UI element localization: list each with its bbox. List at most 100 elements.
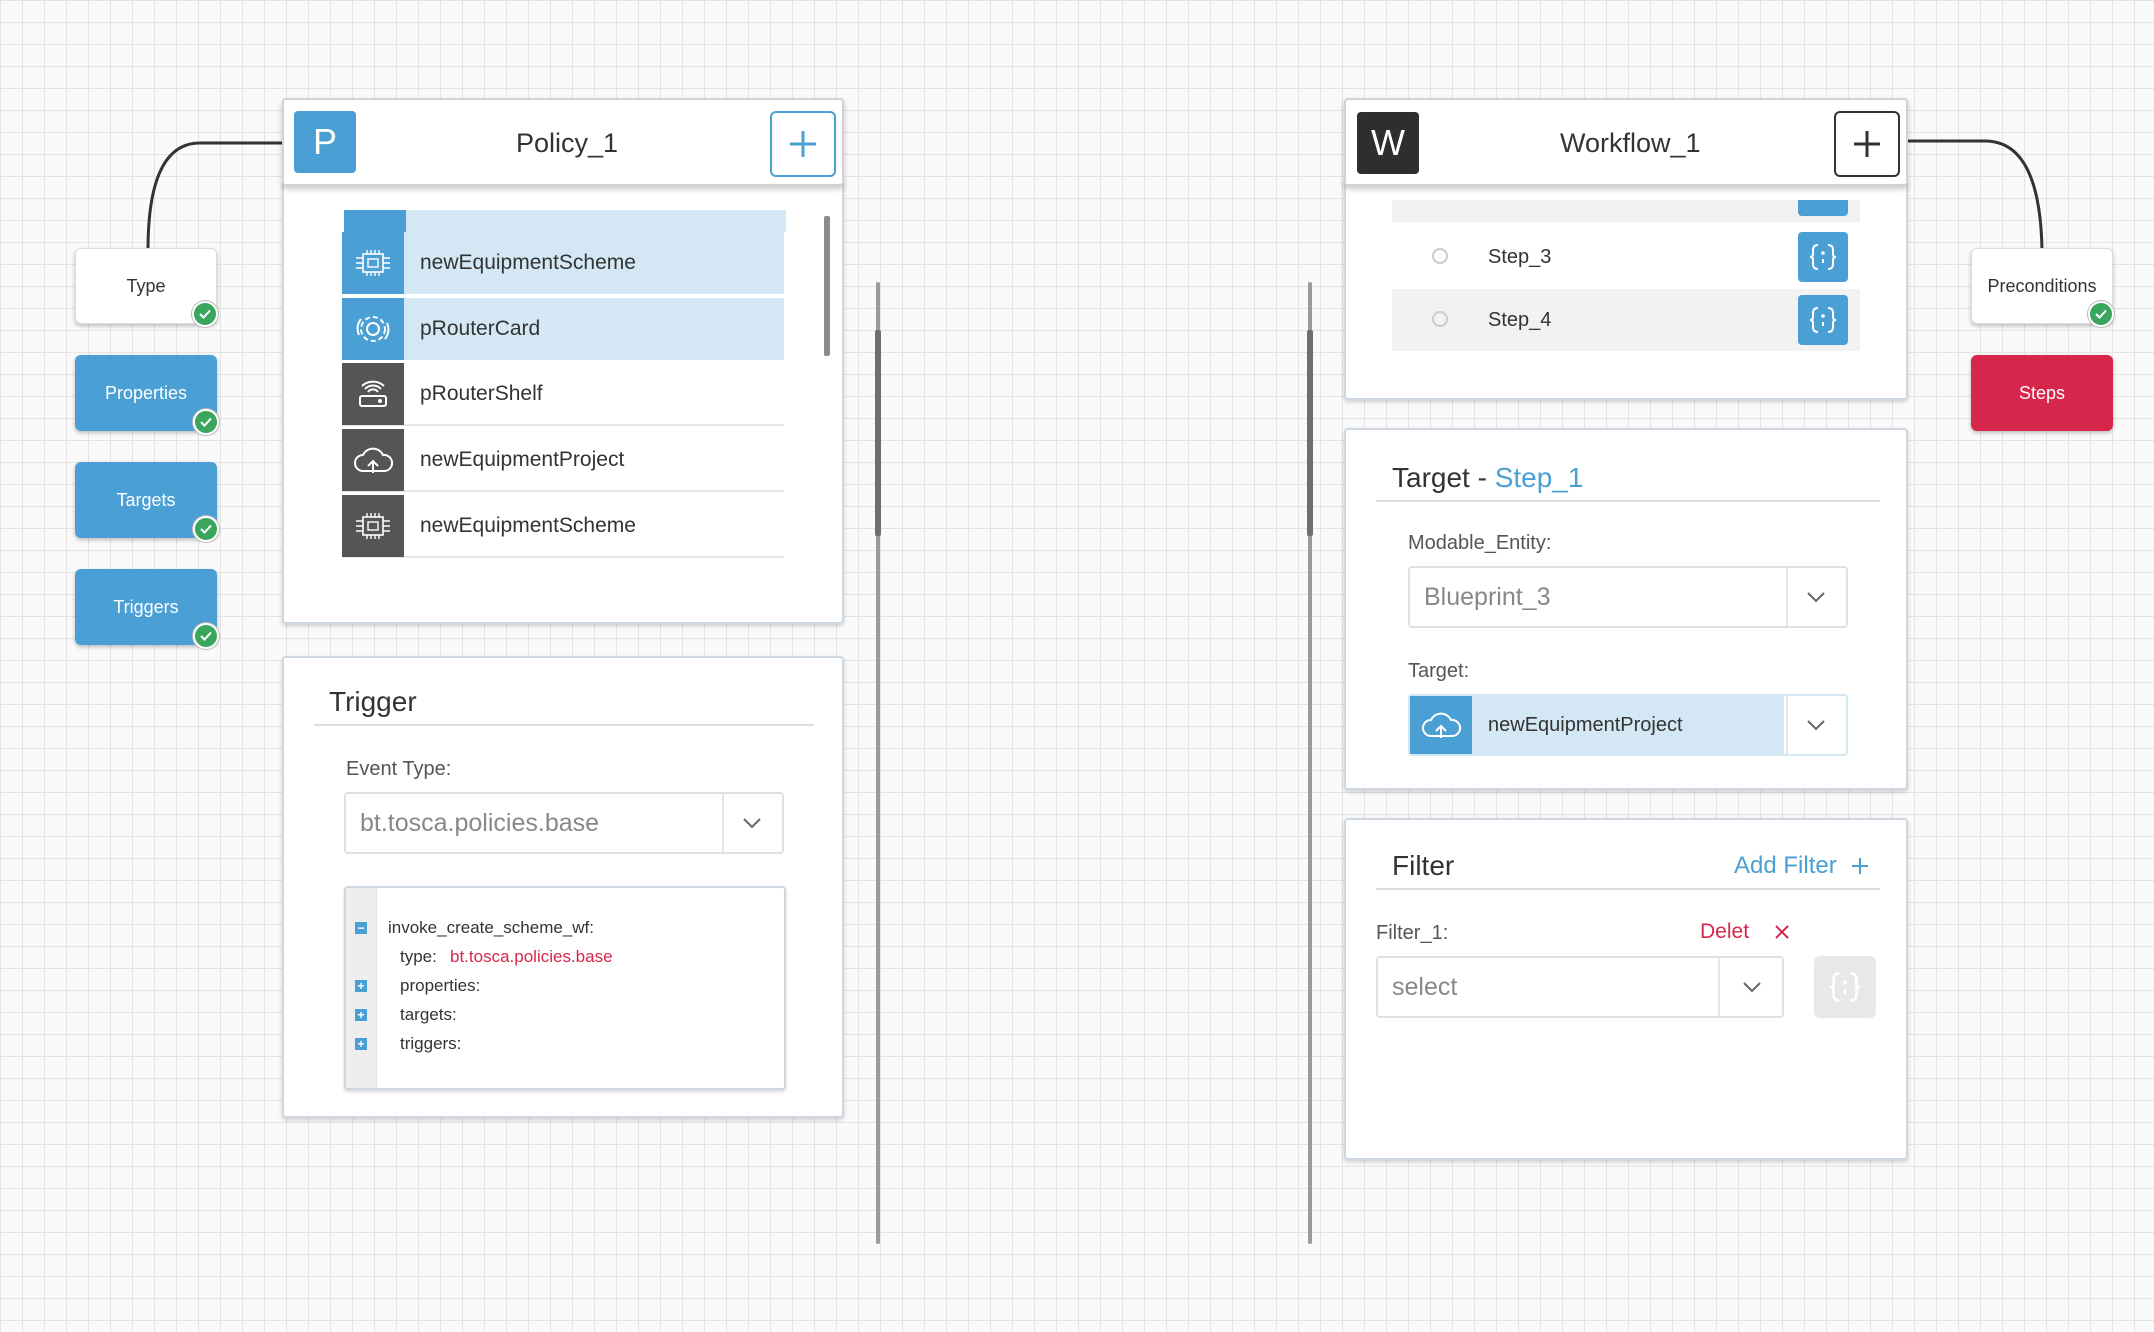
workflow-title: Workflow_1	[1560, 128, 1701, 158]
plus-icon	[790, 131, 816, 157]
chevron-down-icon	[1786, 568, 1846, 626]
node-triggers[interactable]: Triggers	[75, 569, 219, 649]
delete-filter-button[interactable]: Delet	[1700, 920, 1789, 944]
node-properties[interactable]: Properties	[75, 355, 219, 435]
step-row[interactable]: Step_3	[1392, 226, 1860, 288]
event-type-label: Event Type:	[346, 758, 452, 780]
cloud-icon	[1410, 696, 1472, 754]
list-item[interactable]: newEquipmentScheme	[342, 232, 784, 294]
divider	[1376, 888, 1880, 890]
chevron-down-icon	[1722, 958, 1782, 1016]
check-icon	[193, 516, 219, 542]
target-label: Target:	[1408, 660, 1470, 682]
code-properties-key: properties:	[400, 976, 481, 995]
trigger-card: Trigger Event Type: bt.tosca.policies.ba…	[282, 656, 844, 1118]
chip-icon	[342, 232, 404, 294]
workflow-panel-scroll-thumb[interactable]	[1307, 330, 1313, 536]
check-icon	[192, 301, 218, 327]
expand-icon[interactable]: +	[355, 1038, 367, 1050]
yaml-editor[interactable]: − + + + invoke_create_scheme_wf: type: b…	[344, 886, 786, 1090]
add-filter-label: Add Filter	[1734, 852, 1837, 879]
node-targets-label: Targets	[116, 489, 176, 510]
step-label: Step_3	[1488, 245, 1552, 268]
filter-1-label: Filter_1:	[1376, 922, 1449, 944]
workflow-header: W Workflow_1	[1344, 98, 1908, 186]
braces-icon[interactable]	[1798, 232, 1848, 282]
event-type-select[interactable]: bt.tosca.policies.base	[344, 792, 784, 854]
list-item-label: newEquipmentScheme	[420, 514, 636, 537]
policy-header: P Policy_1	[282, 98, 844, 186]
modable-entity-value: Blueprint_3	[1424, 582, 1551, 611]
divider	[314, 724, 814, 726]
list-item[interactable]: pRouterCard	[342, 298, 784, 360]
expand-icon[interactable]: +	[355, 1009, 367, 1021]
step-label: Step_4	[1488, 308, 1552, 331]
policy-badge: P	[294, 111, 356, 173]
list-scrollbar[interactable]	[824, 216, 830, 356]
code-type-key: type:	[400, 947, 437, 966]
target-title: Target - Step_1	[1392, 462, 1583, 494]
code-type-value: bt.tosca.policies.base	[450, 947, 613, 966]
node-type[interactable]: Type	[75, 248, 218, 327]
trigger-title: Trigger	[329, 686, 417, 717]
step-radio[interactable]	[1432, 248, 1448, 264]
node-preconditions-label: Preconditions	[1987, 275, 2097, 296]
divider	[1376, 500, 1880, 502]
node-steps-label: Steps	[2018, 382, 2066, 403]
list-item[interactable]: pRouterShelf	[342, 363, 784, 426]
target-value: newEquipmentProject	[1488, 713, 1683, 736]
add-filter-button[interactable]: Add Filter	[1734, 852, 1869, 880]
step-radio[interactable]	[1432, 311, 1448, 327]
modable-entity-label: Modable_Entity:	[1408, 532, 1552, 554]
modable-entity-select[interactable]: Blueprint_3	[1408, 566, 1848, 628]
router-icon	[342, 363, 404, 425]
node-preconditions[interactable]: Preconditions	[1971, 248, 2114, 327]
node-properties-label: Properties	[104, 382, 188, 403]
chevron-down-icon	[1786, 696, 1846, 754]
node-triggers-label: Triggers	[113, 596, 179, 617]
target-step-link[interactable]: Step_1	[1495, 462, 1584, 493]
chip-icon	[342, 495, 404, 557]
plus-icon	[1851, 858, 1868, 874]
workflow-badge: W	[1357, 112, 1419, 174]
list-top-partial-row	[344, 210, 786, 232]
cloud-icon	[342, 429, 404, 491]
event-type-value: bt.tosca.policies.base	[360, 808, 600, 837]
chevron-down-icon	[722, 794, 782, 852]
check-icon	[193, 409, 219, 435]
list-item[interactable]: newEquipmentScheme	[342, 495, 784, 558]
node-type-label: Type	[126, 275, 166, 296]
filter-select-placeholder: select	[1392, 972, 1458, 1001]
step-row[interactable]: Step_4	[1392, 289, 1860, 351]
node-steps[interactable]: Steps	[1971, 355, 2113, 431]
braces-icon[interactable]	[1798, 295, 1848, 345]
filter-select[interactable]: select	[1376, 956, 1784, 1018]
add-button[interactable]	[770, 111, 836, 177]
code-triggers-key: triggers:	[400, 1034, 462, 1053]
gear-icon	[342, 298, 404, 360]
node-targets[interactable]: Targets	[75, 462, 219, 542]
add-button[interactable]	[1834, 111, 1900, 177]
close-icon	[1775, 925, 1789, 939]
filter-card: Filter Add Filter Filter_1: Delet select	[1344, 818, 1908, 1160]
expand-icon[interactable]: +	[355, 980, 367, 992]
target-select[interactable]: newEquipmentProject	[1408, 694, 1848, 756]
check-icon	[193, 623, 219, 649]
list-item-label: newEquipmentProject	[420, 448, 625, 471]
policy-panel-scroll-thumb[interactable]	[875, 330, 881, 536]
list-item-label: newEquipmentScheme	[420, 251, 636, 274]
filter-title: Filter	[1392, 850, 1455, 881]
collapse-icon[interactable]: −	[355, 922, 367, 934]
list-item[interactable]: newEquipmentProject	[342, 429, 784, 492]
target-title-prefix: Target -	[1392, 462, 1495, 493]
list-item-label: pRouterShelf	[420, 382, 543, 405]
delete-filter-label: Delet	[1700, 920, 1750, 943]
plus-icon	[1854, 131, 1880, 157]
policy-title: Policy_1	[516, 128, 619, 158]
list-item-label: pRouterCard	[420, 317, 541, 340]
code-targets-key: targets:	[400, 1005, 457, 1024]
braces-icon[interactable]	[1814, 956, 1876, 1018]
code-root-key: invoke_create_scheme_wf:	[388, 918, 595, 937]
check-icon	[2088, 301, 2114, 327]
target-card: Target - Step_1 Modable_Entity: Blueprin…	[1344, 428, 1908, 790]
